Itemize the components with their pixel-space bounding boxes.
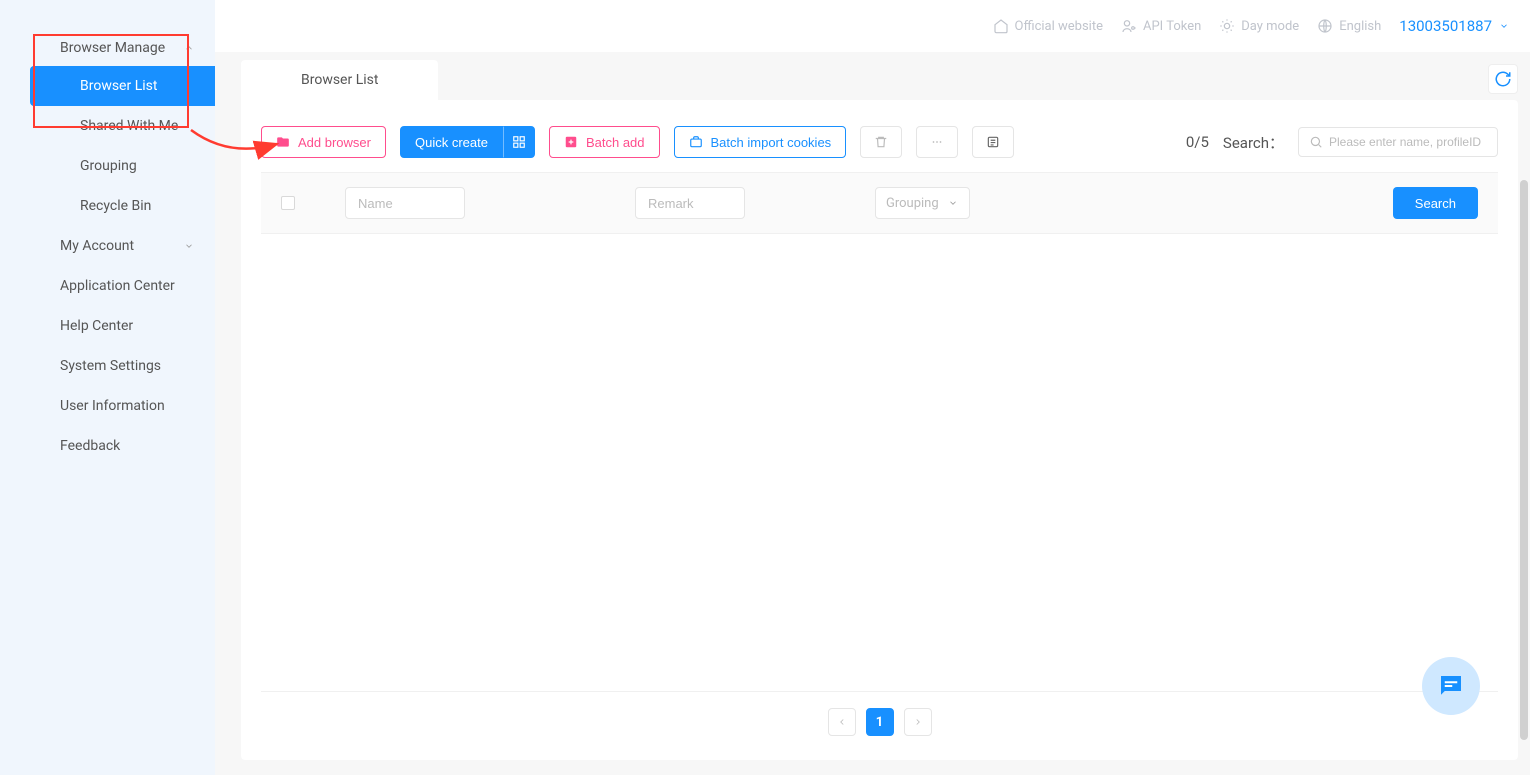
scrollbar[interactable] xyxy=(1520,180,1528,740)
chevron-down-icon xyxy=(183,240,195,252)
refresh-button[interactable] xyxy=(1488,64,1518,94)
topbar-label: API Token xyxy=(1143,19,1201,34)
topbar-day-mode[interactable]: Day mode xyxy=(1219,18,1299,34)
user-key-icon xyxy=(1121,18,1137,34)
topbar-label: Official website xyxy=(1015,19,1103,34)
folder-plus-icon xyxy=(276,135,290,149)
toolbar: Add browser Quick create xyxy=(241,120,1518,172)
sidebar-item-user-information[interactable]: User Information xyxy=(0,386,215,426)
sidebar-item-label: Recycle Bin xyxy=(80,198,151,214)
topbar-api-token[interactable]: API Token xyxy=(1121,18,1201,34)
sidebar-item-label: Shared With Me xyxy=(80,118,178,134)
search-box[interactable] xyxy=(1298,127,1498,157)
button-label: Batch import cookies xyxy=(711,135,832,150)
sidebar-item-label: Grouping xyxy=(80,158,137,174)
sidebar-item-grouping[interactable]: Grouping xyxy=(0,146,215,186)
sidebar: Browser Manage Browser List Shared With … xyxy=(0,0,215,775)
search-icon xyxy=(1309,135,1323,149)
sidebar-item-label: Feedback xyxy=(60,438,120,454)
filter-row: Grouping Search xyxy=(261,172,1498,234)
chevron-down-icon xyxy=(947,197,959,209)
chat-fab[interactable] xyxy=(1422,657,1480,715)
sidebar-item-my-account[interactable]: My Account xyxy=(0,226,215,266)
topbar-label: Day mode xyxy=(1241,19,1299,34)
sun-icon xyxy=(1219,18,1235,34)
sidebar-item-shared-with-me[interactable]: Shared With Me xyxy=(0,106,215,146)
content-wrap: Browser List Add browser Quick create xyxy=(215,52,1530,775)
sidebar-section-label: Browser Manage xyxy=(60,40,165,56)
list-export-icon xyxy=(986,135,1000,149)
trash-icon xyxy=(874,135,888,149)
browser-counter: 0/5 xyxy=(1186,133,1209,151)
tab-header: Browser List xyxy=(215,52,1530,100)
sidebar-section-browser-manage[interactable]: Browser Manage xyxy=(0,30,215,66)
topbar: Official website API Token Day mode Engl… xyxy=(215,0,1530,52)
button-label: Batch add xyxy=(586,135,645,150)
quick-create-group: Quick create xyxy=(400,126,535,158)
account-id-text: 13003501887 xyxy=(1399,17,1492,35)
filter-grouping-select[interactable]: Grouping xyxy=(875,187,970,219)
sidebar-item-help-center[interactable]: Help Center xyxy=(0,306,215,346)
main-region: Official website API Token Day mode Engl… xyxy=(215,0,1530,775)
pagination-next[interactable] xyxy=(904,708,932,736)
search-input[interactable] xyxy=(1329,135,1487,149)
sidebar-item-label: Application Center xyxy=(60,278,175,294)
select-placeholder: Grouping xyxy=(886,196,939,211)
sidebar-item-application-center[interactable]: Application Center xyxy=(0,266,215,306)
home-icon xyxy=(993,18,1009,34)
batch-import-cookies-button[interactable]: Batch import cookies xyxy=(674,126,847,158)
batch-add-button[interactable]: Batch add xyxy=(549,126,660,158)
filter-remark-input[interactable] xyxy=(635,187,745,219)
sidebar-item-label: Browser List xyxy=(80,78,157,94)
filter-search-button[interactable]: Search xyxy=(1393,187,1478,219)
more-button[interactable] xyxy=(916,126,958,158)
pagination-prev[interactable] xyxy=(828,708,856,736)
sidebar-item-feedback[interactable]: Feedback xyxy=(0,426,215,466)
filter-name-input[interactable] xyxy=(345,187,465,219)
briefcase-icon xyxy=(689,135,703,149)
topbar-label: English xyxy=(1339,19,1381,34)
sidebar-item-label: Help Center xyxy=(60,318,133,334)
quick-create-button[interactable]: Quick create xyxy=(400,126,503,158)
globe-icon xyxy=(1317,18,1333,34)
chevron-down-icon xyxy=(1498,20,1510,32)
sidebar-item-browser-list[interactable]: Browser List xyxy=(30,66,215,106)
export-button[interactable] xyxy=(972,126,1014,158)
topbar-language[interactable]: English xyxy=(1317,18,1381,34)
button-label: Quick create xyxy=(415,135,488,150)
panel: Add browser Quick create xyxy=(241,100,1518,760)
sidebar-item-label: User Information xyxy=(60,398,165,414)
sidebar-item-label: My Account xyxy=(60,238,134,254)
grid-icon xyxy=(512,135,526,149)
delete-button[interactable] xyxy=(860,126,902,158)
topbar-official-website[interactable]: Official website xyxy=(993,18,1103,34)
ellipsis-icon xyxy=(930,135,944,149)
plus-square-icon xyxy=(564,135,578,149)
button-label: Search xyxy=(1415,196,1456,211)
search-label: Search： xyxy=(1223,132,1284,153)
topbar-account[interactable]: 13003501887 xyxy=(1399,17,1510,35)
tab-label: Browser List xyxy=(301,72,378,88)
select-all-checkbox[interactable] xyxy=(281,196,295,210)
chevron-up-icon xyxy=(183,42,195,54)
tab-browser-list[interactable]: Browser List xyxy=(241,60,438,100)
button-label: Add browser xyxy=(298,135,371,150)
sidebar-item-recycle-bin[interactable]: Recycle Bin xyxy=(0,186,215,226)
pagination: 1 xyxy=(261,691,1498,740)
add-browser-button[interactable]: Add browser xyxy=(261,126,386,158)
pagination-page-1[interactable]: 1 xyxy=(866,708,894,736)
sidebar-item-label: System Settings xyxy=(60,358,161,374)
sidebar-item-system-settings[interactable]: System Settings xyxy=(0,346,215,386)
quick-create-dropdown[interactable] xyxy=(503,126,535,158)
